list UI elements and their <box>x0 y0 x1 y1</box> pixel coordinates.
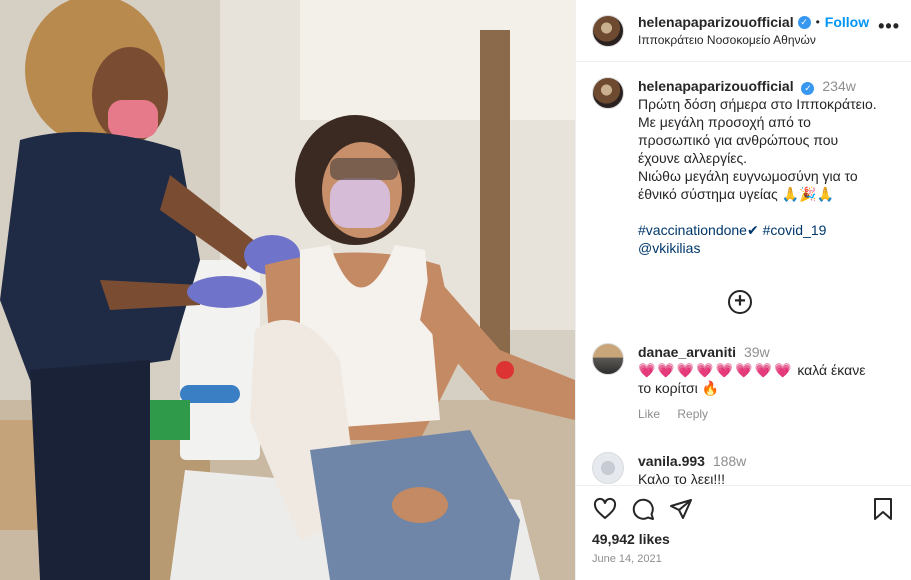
post-actions <box>590 494 898 524</box>
follow-button[interactable]: Follow <box>825 14 869 30</box>
comment-icon[interactable] <box>628 494 658 524</box>
load-more-comments-icon[interactable]: + <box>728 290 752 314</box>
comment-time[interactable]: 39w <box>744 344 770 360</box>
caption-line: Νιώθω μεγάλη ευγνωμοσύνη για το <box>638 168 858 184</box>
verified-badge-icon: ✓ <box>797 15 811 29</box>
commenter-username[interactable]: danae_arvaniti <box>638 344 736 360</box>
comment: danae_arvaniti 39w 💗💗💗💗💗💗💗💗 καλά έκανε τ… <box>592 343 896 423</box>
verified-badge-icon: ✓ <box>801 82 815 95</box>
comment-like-button[interactable]: Like <box>638 407 660 421</box>
post-panel: helenapaparizouofficial ✓ • Follow Ιπποκ… <box>575 0 911 580</box>
bookmark-icon[interactable] <box>868 494 898 524</box>
comment-body: vanila.993 188w Καλο το λεει!!! <box>638 452 896 485</box>
caption-line: Πρώτη δόση σήμερα στο Ιπποκράτειο. <box>638 96 877 112</box>
caption: helenapaparizouofficial ✓ 234w Πρώτη δόσ… <box>592 77 896 257</box>
comment: vanila.993 188w Καλο το λεει!!! <box>592 452 896 485</box>
comment-body: danae_arvaniti 39w 💗💗💗💗💗💗💗💗 καλά έκανε τ… <box>638 343 896 423</box>
author-meta: helenapaparizouofficial ✓ • Follow Ιπποκ… <box>638 14 878 47</box>
comment-time[interactable]: 188w <box>713 453 746 469</box>
comment-text: Καλο το λεει!!! <box>638 471 725 485</box>
comment-text: καλά έκανε <box>797 362 866 378</box>
post-photo[interactable] <box>0 0 575 580</box>
caption-line: προσωπικό για ανθρώπους που <box>638 132 839 148</box>
caption-line: Με μεγάλη προσοχή από το <box>638 114 811 130</box>
caption-time[interactable]: 234w <box>822 78 855 94</box>
commenter-username[interactable]: vanila.993 <box>638 453 705 469</box>
check-mark-icon: ✔ <box>746 222 759 238</box>
caption-line: έθνικό σύστημα υγείας 🙏🎉🙏 <box>638 186 834 202</box>
caption-username[interactable]: helenapaparizouofficial <box>638 78 794 94</box>
post-footer: 49,942 likes June 14, 2021 <box>576 485 911 580</box>
mention-vkikilias[interactable]: @vkikilias <box>638 240 700 256</box>
author-username[interactable]: helenapaparizouofficial <box>638 14 794 30</box>
author-avatar[interactable] <box>592 14 624 47</box>
caption-text: helenapaparizouofficial ✓ 234w Πρώτη δόσ… <box>638 77 896 257</box>
separator-dot: • <box>815 15 820 29</box>
post-date[interactable]: June 14, 2021 <box>590 553 898 565</box>
vaccination-photo <box>0 0 575 580</box>
comment-hearts: 💗💗💗💗💗💗💗💗 <box>638 362 794 378</box>
comment-reply-button[interactable]: Reply <box>677 407 708 421</box>
caption-hashtags: #vaccinationdone✔ #covid_19 @vkikilias <box>638 221 896 257</box>
more-options-icon[interactable]: ••• <box>878 16 900 37</box>
hashtag-covid19[interactable]: #covid_19 <box>763 222 827 238</box>
share-icon[interactable] <box>666 494 696 524</box>
caption-avatar[interactable] <box>592 77 624 109</box>
commenter-avatar[interactable] <box>592 343 624 375</box>
commenter-avatar[interactable] <box>592 452 624 484</box>
likes-count[interactable]: 49,942 likes <box>590 531 898 547</box>
heart-icon[interactable] <box>590 494 620 524</box>
comment-actions: Like Reply <box>638 405 896 423</box>
post-header: helenapaparizouofficial ✓ • Follow Ιπποκ… <box>576 0 911 62</box>
comments-area[interactable]: helenapaparizouofficial ✓ 234w Πρώτη δόσ… <box>576 63 911 485</box>
post-location[interactable]: Ιπποκράτειο Νοσοκομείο Αθηνών <box>638 33 878 47</box>
author-row: helenapaparizouofficial ✓ • Follow <box>638 14 878 30</box>
hashtag-vaccinationdone[interactable]: #vaccinationdone <box>638 222 747 238</box>
caption-line: έχουνε αλλεργίες. <box>638 150 748 166</box>
comment-text-cont: το κορίτσι 🔥 <box>638 380 720 396</box>
